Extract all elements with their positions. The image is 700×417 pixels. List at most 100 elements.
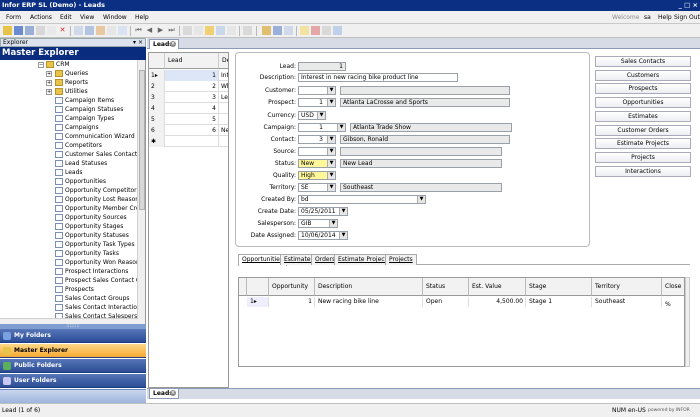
description-cell[interactable]: Wh: [219, 81, 228, 92]
explorer-header-controls[interactable]: ▾ ×: [133, 39, 143, 47]
chevron-down-icon[interactable]: ▼: [327, 87, 335, 94]
nav-user-folders[interactable]: User Folders: [0, 374, 146, 388]
link-icon[interactable]: [243, 26, 252, 35]
tree-expand-toggle[interactable]: +: [46, 89, 52, 95]
tree-form-item[interactable]: Prospects: [55, 285, 94, 294]
tree-expand-toggle[interactable]: −: [38, 62, 44, 68]
previous-record-icon[interactable]: ◀: [145, 26, 154, 35]
chevron-down-icon[interactable]: ▼: [417, 196, 425, 203]
query-icon[interactable]: [107, 26, 116, 35]
first-record-icon[interactable]: ⏮: [134, 26, 143, 35]
description-cell[interactable]: Ne: [219, 125, 228, 136]
attach-icon[interactable]: [262, 26, 271, 35]
open-icon[interactable]: [3, 26, 12, 35]
table-row[interactable]: 33Lea: [149, 92, 228, 103]
nav-overflow-bar[interactable]: [0, 389, 146, 403]
tab-leads-bottom[interactable]: Leads ×: [149, 389, 179, 399]
tree-form-item[interactable]: Leads: [55, 168, 83, 177]
subgrid-header-description[interactable]: Description: [315, 278, 423, 296]
row-marker[interactable]: 4: [149, 103, 165, 114]
subgrid-header-opportunity[interactable]: Opportunity: [269, 278, 315, 296]
export-icon[interactable]: [205, 26, 214, 35]
scrollbar-thumb[interactable]: [139, 70, 145, 210]
tools-icon[interactable]: [322, 26, 331, 35]
refresh-icon[interactable]: [96, 26, 105, 35]
chevron-down-icon[interactable]: ▼: [327, 184, 335, 191]
lead-field[interactable]: 1: [298, 62, 346, 71]
menu-view[interactable]: View: [80, 11, 94, 24]
chevron-down-icon[interactable]: ▼: [317, 112, 325, 119]
tree-folder-crm[interactable]: CRM: [46, 60, 70, 69]
filter-in-place-icon[interactable]: [85, 26, 94, 35]
save-all-icon[interactable]: [25, 26, 34, 35]
lead-cell[interactable]: 6: [165, 125, 219, 136]
chevron-down-icon[interactable]: ▼: [339, 232, 347, 239]
tree-folder-utilities[interactable]: Utilities: [55, 87, 88, 96]
tab-leads[interactable]: Leads ×: [149, 39, 179, 49]
table-row[interactable]: 6 6 Ne: [149, 125, 228, 136]
tree-form-item[interactable]: Campaign Items: [55, 96, 114, 105]
tree-form-item[interactable]: Lead Statuses: [55, 159, 107, 168]
lead-cell[interactable]: [165, 136, 219, 147]
lead-cell[interactable]: 1: [165, 70, 219, 81]
sign-out-link[interactable]: Sign Out: [674, 11, 700, 24]
row-marker[interactable]: 3: [149, 92, 165, 103]
nav-master-explorer[interactable]: Master Explorer: [0, 344, 146, 358]
tree-form-item[interactable]: Opportunity Won Reasons: [55, 258, 143, 267]
tree-folder-reports[interactable]: Reports: [55, 78, 88, 87]
delete-icon[interactable]: ✕: [58, 26, 67, 35]
customers-button[interactable]: Customers: [595, 70, 691, 81]
grid-header-description[interactable]: De: [219, 53, 228, 69]
menu-edit[interactable]: Edit: [60, 11, 72, 24]
tree-expand-toggle[interactable]: +: [46, 80, 52, 86]
form-view-icon[interactable]: [284, 26, 293, 35]
subgrid-cell-description[interactable]: New racing bike line: [315, 297, 423, 307]
grid-header-lead[interactable]: Lead: [165, 53, 219, 69]
projects-button[interactable]: Projects: [595, 152, 691, 163]
tree-form-item[interactable]: Prospect Interactions: [55, 267, 128, 276]
find-icon[interactable]: [216, 26, 225, 35]
info-icon[interactable]: [333, 26, 342, 35]
prospects-button[interactable]: Prospects: [595, 83, 691, 94]
filter-icon[interactable]: [74, 26, 83, 35]
customer-orders-button[interactable]: Customer Orders: [595, 125, 691, 136]
nav-my-folders[interactable]: My Folders: [0, 329, 146, 343]
close-icon[interactable]: ×: [170, 41, 176, 47]
tree-form-item[interactable]: Opportunity Stages: [55, 222, 123, 231]
chevron-down-icon[interactable]: ▼: [327, 172, 335, 179]
interactions-button[interactable]: Interactions: [595, 166, 691, 177]
tree-form-item[interactable]: Opportunity Statuses: [55, 231, 129, 240]
subgrid-cell-territory[interactable]: Southeast: [592, 297, 662, 307]
subgrid-header-territory[interactable]: Territory: [592, 278, 662, 296]
tree-form-item[interactable]: Opportunity Competitor Cr: [55, 186, 145, 195]
tree-form-item[interactable]: Opportunity Lost Reasons: [55, 195, 142, 204]
table-row[interactable]: ✱: [149, 136, 228, 147]
status-description-field[interactable]: New Lead: [340, 159, 502, 168]
table-row[interactable]: 22Wh: [149, 81, 228, 92]
chevron-down-icon[interactable]: ▼: [337, 124, 345, 131]
description-cell[interactable]: [219, 136, 228, 147]
subgrid-header-status[interactable]: Status: [423, 278, 469, 296]
subgrid-cell-stage[interactable]: Stage 1: [526, 297, 592, 307]
tree-form-item[interactable]: Competitors: [55, 141, 102, 150]
tree-form-item[interactable]: Opportunities: [55, 177, 106, 186]
chevron-down-icon[interactable]: ▼: [329, 220, 337, 227]
row-marker[interactable]: 2: [149, 81, 165, 92]
subgrid-cell-status[interactable]: Open: [423, 297, 469, 307]
notes-icon[interactable]: [118, 26, 127, 35]
table-row[interactable]: 55: [149, 114, 228, 125]
preview-icon[interactable]: [194, 26, 203, 35]
created-by-field[interactable]: bd: [298, 195, 426, 204]
options-icon[interactable]: [227, 26, 236, 35]
chevron-down-icon[interactable]: ▼: [327, 99, 335, 106]
menu-actions[interactable]: Actions: [30, 11, 52, 24]
estimates-button[interactable]: Estimates: [595, 111, 691, 122]
contact-name-field[interactable]: Gibson, Ronald: [340, 135, 510, 144]
tree-form-item[interactable]: Customer Sales Contact Cr: [55, 150, 145, 159]
subgrid-row-marker[interactable]: 1▸: [247, 297, 269, 307]
estimate-projects-button[interactable]: Estimate Projects: [595, 138, 691, 149]
territory-name-field[interactable]: Southeast: [340, 183, 502, 192]
subgrid-cell-est-value[interactable]: 4,500.00: [469, 297, 526, 307]
row-marker[interactable]: 5: [149, 114, 165, 125]
campaign-name-field[interactable]: Atlanta Trade Show: [350, 123, 512, 132]
